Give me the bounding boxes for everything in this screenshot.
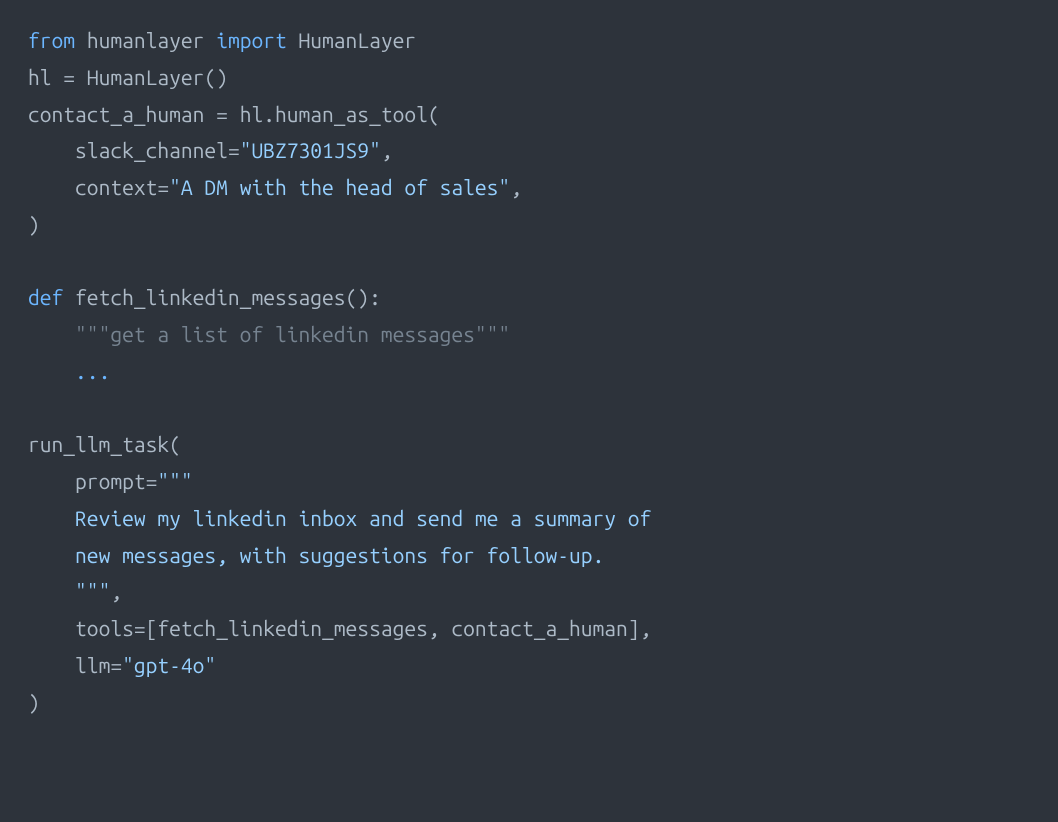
- comma: ,: [110, 579, 122, 603]
- code-line-6: ): [28, 212, 40, 236]
- comma: ,: [640, 616, 652, 640]
- triple-quote-close: """: [75, 579, 110, 603]
- equals: =: [110, 653, 122, 677]
- code-line-8: def fetch_linkedin_messages():: [28, 285, 381, 309]
- open-paren: (: [169, 432, 181, 456]
- constructor-call: HumanLayer(): [87, 65, 228, 89]
- code-line-18: llm="gpt-4o": [28, 653, 216, 677]
- open-bracket: [: [146, 616, 158, 640]
- indent: [28, 579, 75, 603]
- close-paren: ): [28, 690, 40, 714]
- kwarg-name: tools: [75, 616, 134, 640]
- indent: [28, 175, 75, 199]
- indent: [28, 359, 75, 383]
- string-content: new messages, with suggestions for follo…: [28, 543, 604, 567]
- code-line-17: tools=[fetch_linkedin_messages, contact_…: [28, 616, 651, 640]
- kwarg-name: llm: [75, 653, 110, 677]
- prompt-text: Review my linkedin inbox and send me a s…: [75, 506, 651, 530]
- string-literal: "UBZ7301JS9": [240, 138, 381, 162]
- indent: [28, 138, 75, 162]
- prompt-text: new messages, with suggestions for follo…: [75, 543, 604, 567]
- assign-op: =: [52, 65, 87, 89]
- string-literal: "A DM with the head of sales": [169, 175, 510, 199]
- comma-sep: ,: [428, 616, 452, 640]
- code-line-12: run_llm_task(: [28, 432, 181, 456]
- method-name: human_as_tool: [275, 102, 428, 126]
- code-line-3: contact_a_human = hl.human_as_tool(: [28, 102, 440, 126]
- comma: ,: [381, 138, 393, 162]
- comma: ,: [510, 175, 522, 199]
- equals: =: [134, 616, 146, 640]
- ellipsis: ...: [75, 359, 110, 383]
- kwarg-name: prompt: [75, 469, 146, 493]
- keyword-import: import: [216, 28, 287, 52]
- list-item: contact_a_human: [451, 616, 627, 640]
- equals: =: [146, 469, 158, 493]
- dot: .: [263, 102, 275, 126]
- object-ref: hl: [240, 102, 264, 126]
- triple-quote-open: """: [157, 469, 192, 493]
- parens: (): [346, 285, 370, 309]
- close-paren: ): [28, 212, 40, 236]
- indent: [28, 506, 75, 530]
- open-paren: (: [428, 102, 440, 126]
- keyword-from: from: [28, 28, 75, 52]
- code-line-19: ): [28, 690, 40, 714]
- equals: =: [157, 175, 169, 199]
- code-line-10: ...: [28, 359, 110, 383]
- class-name: HumanLayer: [299, 28, 417, 52]
- code-line-2: hl = HumanLayer(): [28, 65, 228, 89]
- keyword-def: def: [28, 285, 63, 309]
- close-bracket: ]: [628, 616, 640, 640]
- module-name: humanlayer: [87, 28, 205, 52]
- indent: [28, 616, 75, 640]
- function-name: fetch_linkedin_messages: [75, 285, 345, 309]
- indent: [28, 469, 75, 493]
- assign-op: =: [204, 102, 239, 126]
- string-content: Review my linkedin inbox and send me a s…: [28, 506, 651, 530]
- code-line-13: prompt=""": [28, 469, 193, 493]
- code-block: from humanlayer import HumanLayer hl = H…: [28, 22, 1030, 720]
- indent: [28, 543, 75, 567]
- variable: hl: [28, 65, 52, 89]
- code-line-5: context="A DM with the head of sales",: [28, 175, 522, 199]
- indent: [28, 322, 75, 346]
- variable: contact_a_human: [28, 102, 204, 126]
- code-line-16: """,: [28, 579, 122, 603]
- code-line-14: Review my linkedin inbox and send me a s…: [28, 506, 651, 530]
- code-line-1: from humanlayer import HumanLayer: [28, 28, 416, 52]
- docstring: """get a list of linkedin messages""": [75, 322, 510, 346]
- code-line-9: """get a list of linkedin messages""": [28, 322, 510, 346]
- string-literal: "gpt-4o": [122, 653, 216, 677]
- space: [63, 285, 75, 309]
- code-line-4: slack_channel="UBZ7301JS9",: [28, 138, 393, 162]
- kwarg-name: slack_channel: [75, 138, 228, 162]
- equals: =: [228, 138, 240, 162]
- indent: [28, 653, 75, 677]
- kwarg-name: context: [75, 175, 157, 199]
- code-line-15: new messages, with suggestions for follo…: [28, 543, 604, 567]
- function-call: run_llm_task: [28, 432, 169, 456]
- list-item: fetch_linkedin_messages: [157, 616, 427, 640]
- colon: :: [369, 285, 381, 309]
